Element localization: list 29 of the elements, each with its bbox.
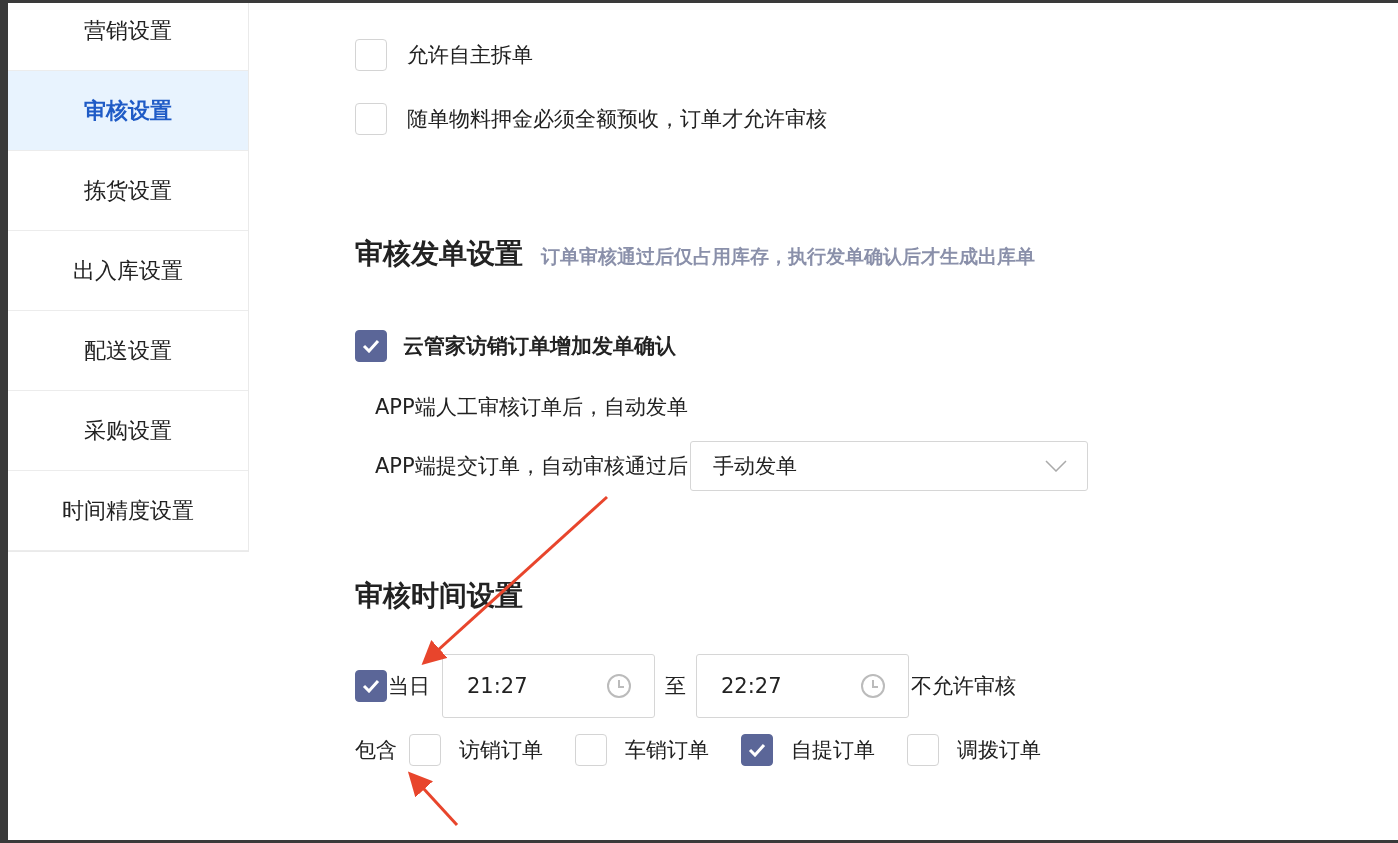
checkbox[interactable] (355, 670, 387, 702)
checkbox-label: 自提订单 (791, 737, 875, 764)
dispatch-select[interactable]: 手动发单 (689, 441, 1088, 491)
checkbox-label: 车销订单 (625, 737, 709, 764)
checkbox[interactable] (355, 330, 387, 362)
section-subtitle: 订单审核通过后仅占用库存，执行发单确认后才生成出库单 (541, 244, 1035, 269)
checkbox-label: 当日 (388, 673, 430, 700)
clock-icon (860, 673, 886, 699)
option-label: 云管家访销订单增加发单确认 (403, 333, 676, 360)
include-label: 包含 (355, 737, 397, 764)
option-label: 随单物料押金必须全额预收，订单才允许审核 (407, 106, 827, 133)
time-field[interactable]: 21:27 (442, 654, 655, 718)
field-label: APP端提交订单，自动审核通过后 (375, 453, 688, 480)
annotation-arrow (407, 771, 459, 826)
checkbox[interactable] (741, 734, 773, 766)
checkmark-icon (362, 679, 380, 693)
section-title: 审核发单设置 (355, 236, 523, 272)
suffix-text: 不允许审核 (911, 673, 1016, 700)
info-text: APP端人工审核订单后，自动发单 (375, 394, 688, 421)
checkmark-icon (748, 743, 766, 757)
option-label: 允许自主拆单 (407, 42, 533, 69)
time-field[interactable]: 22:27 (696, 654, 909, 718)
clock-icon (606, 673, 632, 699)
checkbox-label: 访销订单 (459, 737, 543, 764)
checkbox-label: 调拨订单 (957, 737, 1041, 764)
range-separator: 至 (665, 673, 686, 700)
checkmark-icon (362, 339, 380, 353)
chevron-down-icon (1044, 460, 1067, 472)
sidebar-item[interactable]: 审核设置 (8, 71, 248, 151)
